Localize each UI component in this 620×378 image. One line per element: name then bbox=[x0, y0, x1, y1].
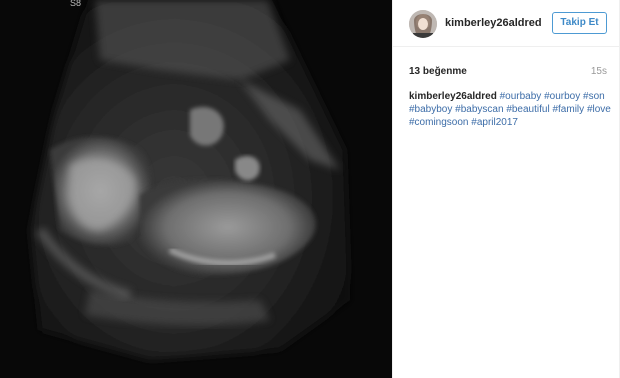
hashtag[interactable]: #babyboy bbox=[409, 104, 452, 115]
caption-username[interactable]: kimberley26aldred bbox=[409, 91, 497, 102]
image-overlay-text: S8 bbox=[70, 0, 81, 8]
hashtag[interactable]: #son bbox=[583, 91, 605, 102]
hashtag[interactable]: #beautiful bbox=[506, 104, 549, 115]
follow-button[interactable]: Takip Et bbox=[552, 12, 607, 34]
hashtag[interactable]: #family bbox=[552, 104, 584, 115]
hashtag[interactable]: #comingsoon bbox=[409, 117, 468, 128]
post-details-panel: kimberley26aldred Takip Et 13 beğenme 15… bbox=[392, 0, 620, 378]
post-photo[interactable]: S8 bbox=[0, 0, 392, 378]
likes-count[interactable]: 13 beğenme bbox=[409, 66, 467, 77]
post-meta: 13 beğenme 15s bbox=[409, 66, 607, 77]
hashtag[interactable]: #babyscan bbox=[455, 104, 503, 115]
avatar-image bbox=[409, 10, 437, 38]
ultrasound-image: S8 bbox=[0, 0, 392, 378]
post-caption: kimberley26aldred #ourbaby #ourboy #son … bbox=[409, 90, 611, 129]
avatar[interactable] bbox=[409, 10, 437, 38]
hashtag[interactable]: #april2017 bbox=[471, 117, 518, 128]
hashtag[interactable]: #love bbox=[587, 104, 611, 115]
post-header: kimberley26aldred Takip Et bbox=[393, 0, 620, 47]
post-time[interactable]: 15s bbox=[591, 66, 607, 77]
hashtag[interactable]: #ourboy bbox=[544, 91, 580, 102]
hashtag[interactable]: #ourbaby bbox=[500, 91, 542, 102]
header-username[interactable]: kimberley26aldred bbox=[445, 17, 542, 29]
